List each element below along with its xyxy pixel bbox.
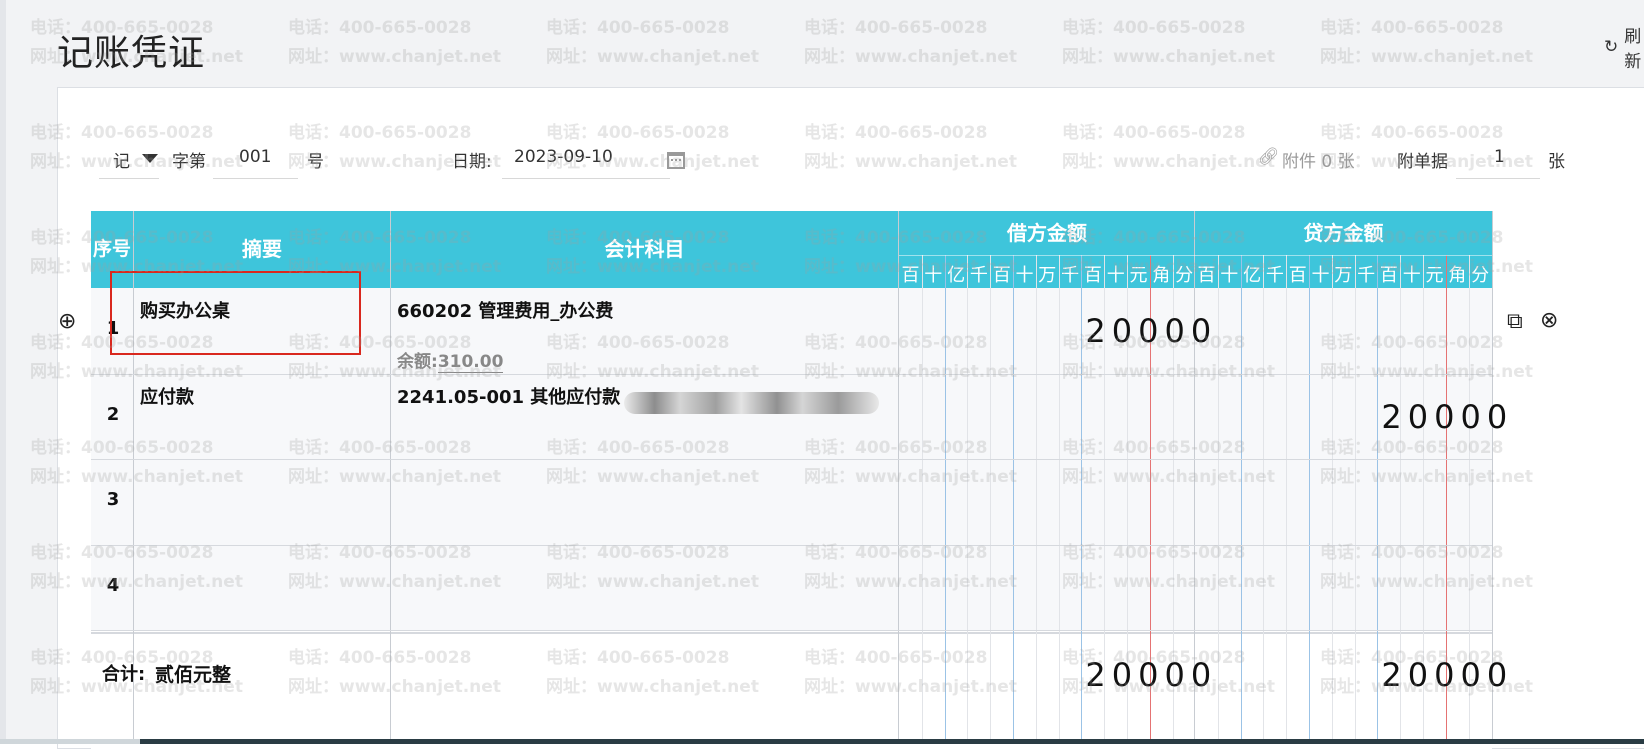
voucher-number-underline: [213, 178, 298, 179]
attachment-link[interactable]: 附件 0 张: [1282, 147, 1355, 172]
calendar-icon[interactable]: [667, 152, 685, 169]
word-label: 字第: [172, 152, 206, 172]
table-row[interactable]: [91, 545, 1492, 631]
number-suffix: 号: [307, 152, 324, 172]
link-icon: 🔗︎: [1258, 147, 1280, 167]
page-title: 记账凭证: [57, 33, 206, 74]
debit-amount[interactable]: 20000: [1085, 312, 1217, 350]
summary-cell[interactable]: 应付款: [140, 383, 194, 409]
row-divider: [91, 630, 1492, 632]
header-credit: 贷方金额: [1303, 221, 1384, 245]
voucher-type-select[interactable]: 记: [113, 147, 130, 172]
doc-count-underline: [1456, 178, 1540, 179]
refresh-label: 刷新: [1624, 27, 1642, 72]
account-cell[interactable]: 2241.05-001 其他应付款: [397, 383, 620, 409]
blurred-account-detail: [624, 392, 879, 414]
doc-label: 附单据: [1397, 152, 1448, 172]
credit-amount[interactable]: 20000: [1381, 398, 1513, 436]
total-amount-text: 贰佰元整: [155, 664, 232, 686]
dropdown-arrow-icon[interactable]: [142, 154, 158, 163]
total-credit: 20000: [1381, 656, 1514, 694]
add-row-icon[interactable]: ⊕: [58, 309, 76, 334]
table-row[interactable]: [91, 374, 1492, 460]
header-account: 会计科目: [391, 211, 898, 288]
refresh-button[interactable]: ↻ 刷新: [1604, 22, 1644, 72]
row-number: 4: [106, 574, 120, 596]
voucher-number-input[interactable]: 001: [239, 147, 271, 167]
total-debit: 20000: [1085, 656, 1218, 694]
date-input[interactable]: 2023-09-10: [514, 147, 613, 167]
total-label: 合计:: [102, 664, 146, 685]
balance-text: 余额:310.00: [397, 347, 504, 373]
doc-count-input[interactable]: 1: [1494, 147, 1505, 167]
doc-unit: 张: [1548, 152, 1565, 172]
bottom-bar: [0, 739, 1644, 744]
header-debit: 借方金额: [1007, 221, 1087, 245]
balance-value: 310.00: [437, 352, 504, 373]
bottom-bar-light: [0, 739, 140, 744]
row-number: 3: [106, 489, 120, 511]
left-edge: [0, 0, 6, 744]
row-number: 2: [106, 403, 120, 425]
voucher-type-underline: [99, 178, 159, 179]
balance-label: 余额:: [397, 352, 438, 372]
highlight-box: [110, 271, 361, 355]
total-row-bg: [91, 632, 1492, 751]
date-label: 日期:: [452, 152, 492, 172]
date-underline: [502, 178, 670, 179]
header-split-line: [899, 255, 1492, 256]
refresh-icon: ↻: [1604, 37, 1619, 57]
table-row[interactable]: [91, 459, 1492, 545]
account-cell[interactable]: 660202 管理费用_办公费: [397, 297, 613, 323]
